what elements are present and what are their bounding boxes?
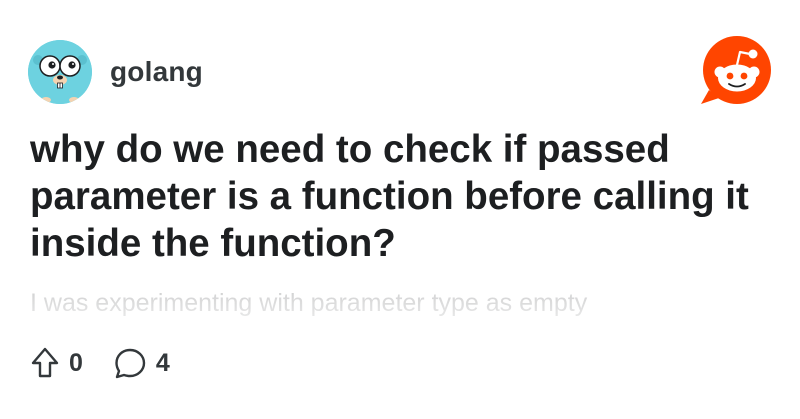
reddit-logo-icon (697, 34, 773, 106)
post-stats: 0 4 (30, 346, 200, 380)
post-excerpt: I was experimenting with parameter type … (30, 289, 588, 317)
gopher-icon[interactable] (28, 40, 92, 104)
subreddit-header: golang (28, 40, 203, 104)
subreddit-name[interactable]: golang (110, 56, 203, 88)
upvote-stat[interactable]: 0 (30, 346, 83, 380)
comment-bubble-icon[interactable] (113, 346, 147, 380)
post-preview-card: golang why do we need to check if passed… (0, 0, 800, 419)
comment-stat[interactable]: 4 (113, 346, 170, 380)
upvote-arrow-icon[interactable] (30, 346, 60, 380)
upvote-count: 0 (69, 348, 83, 377)
post-title[interactable]: why do we need to check if passed parame… (30, 126, 770, 267)
comment-count: 4 (155, 348, 170, 377)
